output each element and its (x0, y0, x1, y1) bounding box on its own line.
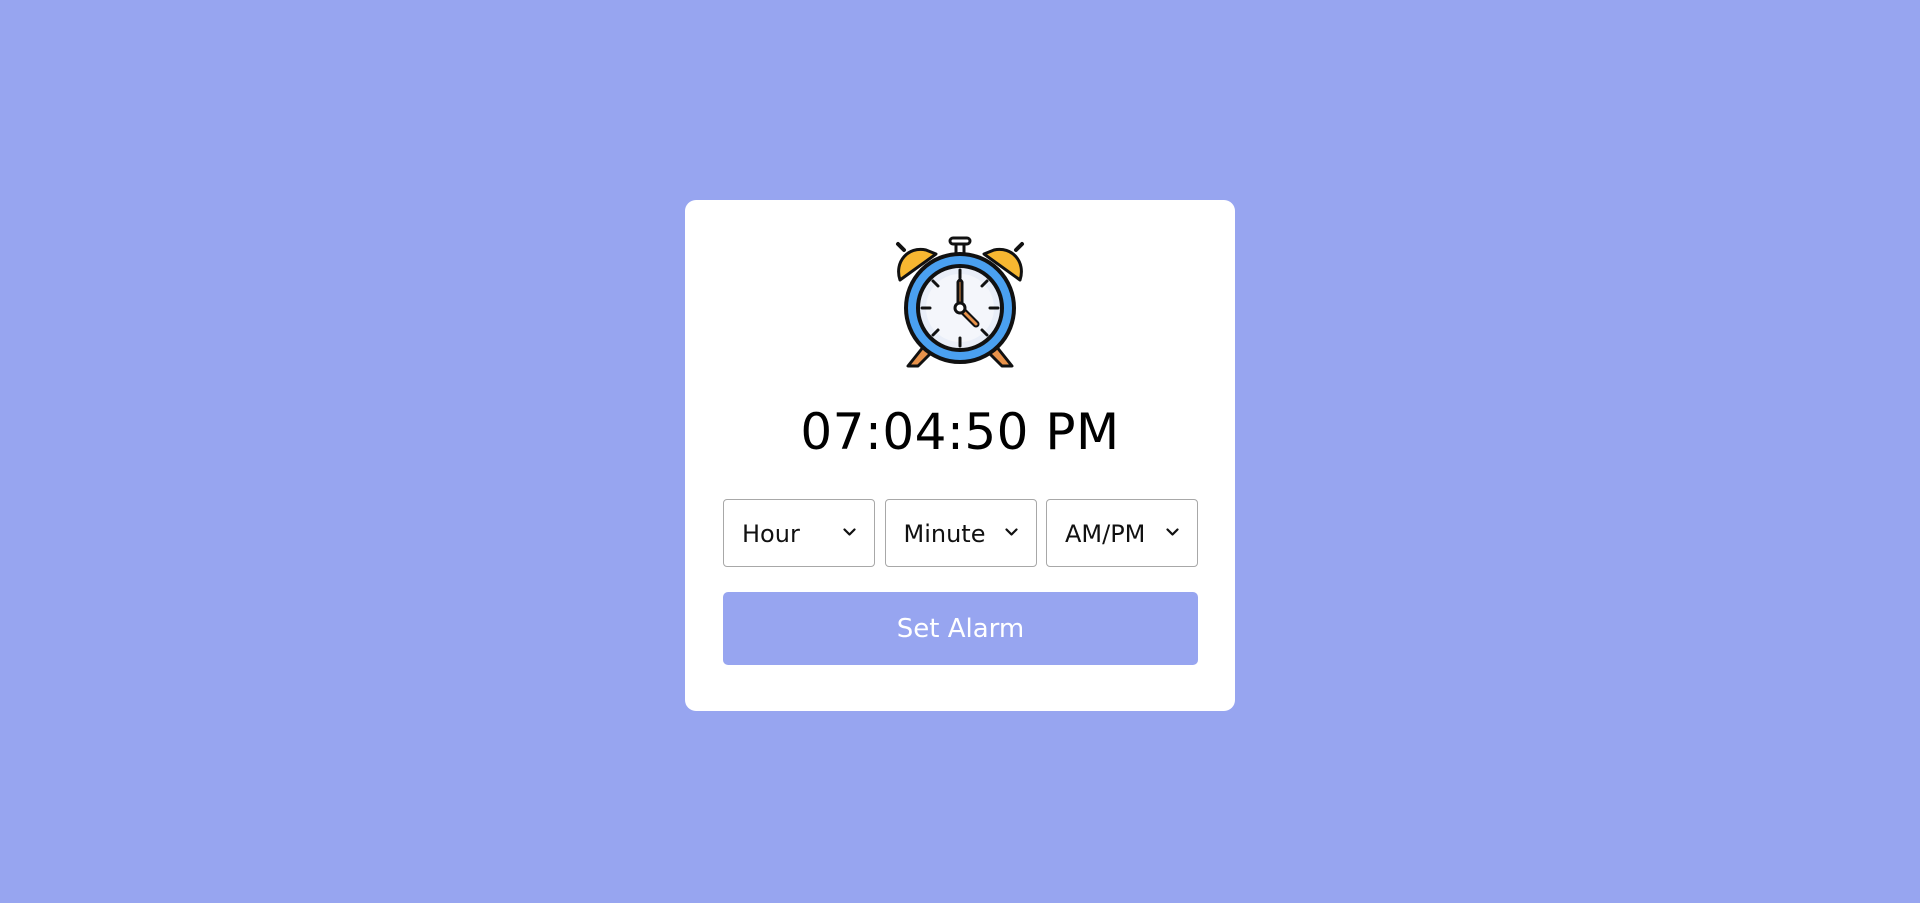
set-alarm-button[interactable]: Set Alarm (723, 592, 1198, 665)
minute-select-value: Minute (903, 520, 986, 548)
current-time: 07:04:50 PM (800, 403, 1120, 461)
chevron-down-icon (1166, 528, 1179, 536)
chevron-down-icon (1004, 528, 1018, 536)
alarm-clock-icon (896, 236, 1024, 368)
hour-select-value: Hour (742, 520, 800, 548)
minute-select[interactable]: Minute (884, 499, 1037, 567)
chevron-down-icon (843, 528, 856, 536)
ampm-select[interactable]: AM/PM (1046, 499, 1198, 567)
hour-select[interactable]: Hour (723, 499, 875, 567)
alarm-time-selects: Hour Minute AM/PM (723, 499, 1198, 567)
ampm-select-value: AM/PM (1065, 520, 1146, 548)
alarm-card: 07:04:50 PM Hour Minute AM/PM Set Alarm (685, 200, 1235, 711)
